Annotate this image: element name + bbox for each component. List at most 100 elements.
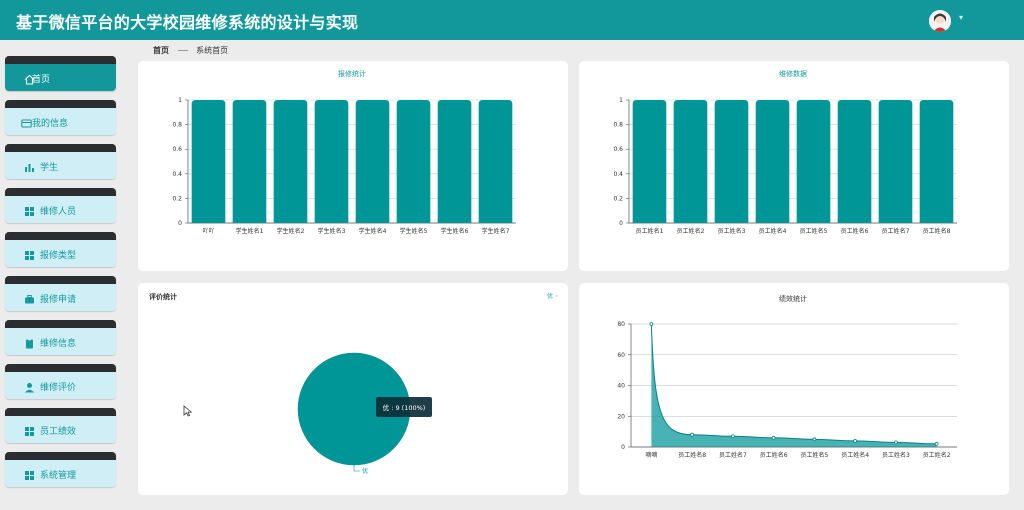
y-tick-label: 1	[178, 97, 182, 104]
sidebar-item-student[interactable]: 学生	[5, 144, 116, 179]
user-icon	[25, 383, 34, 393]
bar	[314, 100, 349, 223]
clipboard-icon	[26, 338, 33, 349]
x-tick-label: 员工姓名7	[719, 451, 747, 459]
card-icon	[21, 119, 32, 128]
data-point	[812, 437, 817, 442]
sidebar-item-label: 维修评价	[40, 383, 77, 393]
x-tick-label: 学生姓名7	[482, 227, 510, 235]
data-point	[853, 438, 858, 443]
sidebar-item-repair-staff[interactable]: 维修人员	[5, 188, 116, 223]
x-tick-label: 员工姓名6	[841, 227, 869, 235]
repair-stats-card: 报修统计 0 0.2 0.4 0.6 0.8 1 吖吖 学生姓名1 学生姓名2 学生姓名3 学生姓名…	[138, 61, 568, 271]
y-tick-label: 0.4	[172, 171, 182, 178]
grid-icon	[25, 427, 34, 436]
x-tick-label: 学生姓名2	[277, 227, 305, 235]
x-tick-label: 学生姓名1	[236, 227, 264, 235]
data-point	[690, 432, 695, 437]
data-point	[771, 435, 776, 440]
y-tick-label: 0	[619, 220, 623, 227]
y-tick-label: 40	[617, 383, 625, 390]
grid-icon	[25, 471, 34, 480]
performance-stats-card: 绩效统计 0 20 40 60 80 嘀嘀 员工姓名8 员工姓名7 员工姓名6 员工姓名5 员工姓名…	[579, 283, 1009, 495]
bar-chart-icon	[25, 164, 34, 172]
avatar-icon[interactable]	[929, 10, 951, 32]
sidebar-item-label: 报修申请	[40, 295, 77, 305]
bar	[632, 100, 667, 223]
pie-label-line	[353, 465, 360, 472]
sidebar-item-label: 学生	[40, 163, 59, 173]
sidebar-item-home[interactable]: 首页	[5, 56, 116, 91]
pie-slice-label: 优	[362, 467, 368, 475]
sidebar-item-label: 维修信息	[40, 339, 77, 349]
breadcrumb: 首页 系统首页	[153, 45, 228, 56]
x-tick-label: 员工姓名1	[636, 227, 664, 235]
sidebar-item-label: 我的信息	[32, 119, 69, 129]
breadcrumb-home[interactable]: 首页	[153, 46, 169, 55]
x-tick-label: 员工姓名7	[882, 227, 910, 235]
sidebar-item-label: 维修人员	[40, 207, 77, 217]
sidebar-item-label: 系统管理	[40, 471, 77, 481]
sidebar-item-repair-request[interactable]: 报修申请	[5, 276, 116, 311]
y-tick-label: 20	[617, 413, 625, 420]
y-tick-label: 80	[617, 321, 625, 328]
sidebar-item-repair-type[interactable]: 报修类型	[5, 232, 116, 267]
y-tick-label: 0.6	[172, 146, 182, 153]
y-tick-label: 0.6	[613, 146, 623, 153]
x-tick-label: 学生姓名3	[318, 227, 346, 235]
evaluation-stats-chart: 优 优 : 9 (100%)	[297, 352, 432, 475]
bar	[919, 100, 954, 223]
sidebar-item-my-info[interactable]: 我的信息	[5, 100, 116, 135]
y-tick-label: 0	[178, 220, 182, 227]
sidebar-item-system-management[interactable]: 系统管理	[5, 452, 116, 487]
x-tick-label: 员工姓名4	[841, 451, 869, 459]
x-tick-label: 员工姓名2	[677, 227, 705, 235]
bar	[796, 100, 831, 223]
x-tick-label: 员工姓名3	[718, 227, 746, 235]
sidebar: 首页 我的信息 学生 维修人员 报修类型 报修申请 维修信息 维修评价 员工绩效	[0, 40, 122, 510]
bar	[191, 100, 226, 223]
x-tick-label: 员工姓名5	[800, 451, 828, 459]
evaluation-stats-card: 评价统计 优 ◦ 优优 : 9 (100%)	[138, 283, 568, 495]
data-point	[649, 322, 654, 326]
maintenance-data-chart: 0 0.2 0.4 0.6 0.8 1 员工姓名1 员工姓名2 员工姓名3 员工姓名4 员工姓名5 员…	[613, 97, 957, 235]
y-tick-label: 1	[619, 97, 623, 104]
y-tick-label: 60	[617, 352, 625, 359]
bar	[355, 100, 390, 223]
x-tick-label: 员工姓名5	[800, 227, 828, 235]
y-tick-label: 0.2	[613, 195, 623, 202]
sidebar-item-repair-evaluation[interactable]: 维修评价	[5, 364, 116, 399]
grid-icon	[25, 251, 34, 260]
x-tick-label: 员工姓名8	[923, 227, 951, 235]
chevron-down-icon[interactable]: ▾	[959, 13, 963, 22]
bar	[837, 100, 872, 223]
x-tick-label: 员工姓名2	[923, 451, 951, 459]
sidebar-item-staff-performance[interactable]: 员工绩效	[5, 408, 116, 443]
breadcrumb-current: 系统首页	[196, 46, 229, 55]
bar	[396, 100, 431, 223]
top-bar: 基于微信平台的大学校园维修系统的设计与实现 ▾	[0, 0, 1024, 40]
y-tick-label: 0.8	[172, 122, 182, 129]
sidebar-item-label: 首页	[32, 75, 51, 85]
bar	[673, 100, 708, 223]
x-tick-label: 员工姓名3	[882, 451, 910, 459]
y-tick-label: 0	[621, 444, 625, 451]
x-tick-label: 学生姓名4	[359, 227, 387, 235]
x-tick-label: 员工姓名4	[759, 227, 787, 235]
x-tick-label: 员工姓名8	[678, 451, 706, 459]
app-title: 基于微信平台的大学校园维修系统的设计与实现	[16, 13, 359, 32]
bar	[273, 100, 308, 223]
mouse-cursor-icon	[183, 405, 193, 417]
maintenance-data-card: 维修数据 0 0.2 0.4 0.6 0.8 1 员工姓名1 员工姓名2 员工姓名3 员工姓名4 员…	[579, 61, 1009, 271]
bar	[478, 100, 513, 223]
sidebar-item-repair-info[interactable]: 维修信息	[5, 320, 116, 355]
briefcase-icon	[25, 295, 34, 304]
grid-icon	[25, 207, 34, 216]
bar	[437, 100, 472, 223]
bar	[878, 100, 913, 223]
y-tick-label: 0.2	[172, 195, 182, 202]
y-tick-label: 0.8	[613, 122, 623, 129]
data-point	[934, 442, 939, 446]
performance-stats-chart: 0 20 40 60 80 嘀嘀 员工姓名8 员工姓名7 员工姓名6 员工姓名5 员工姓名4 员工姓名…	[617, 321, 957, 459]
x-tick-label: 嘀嘀	[645, 451, 657, 459]
